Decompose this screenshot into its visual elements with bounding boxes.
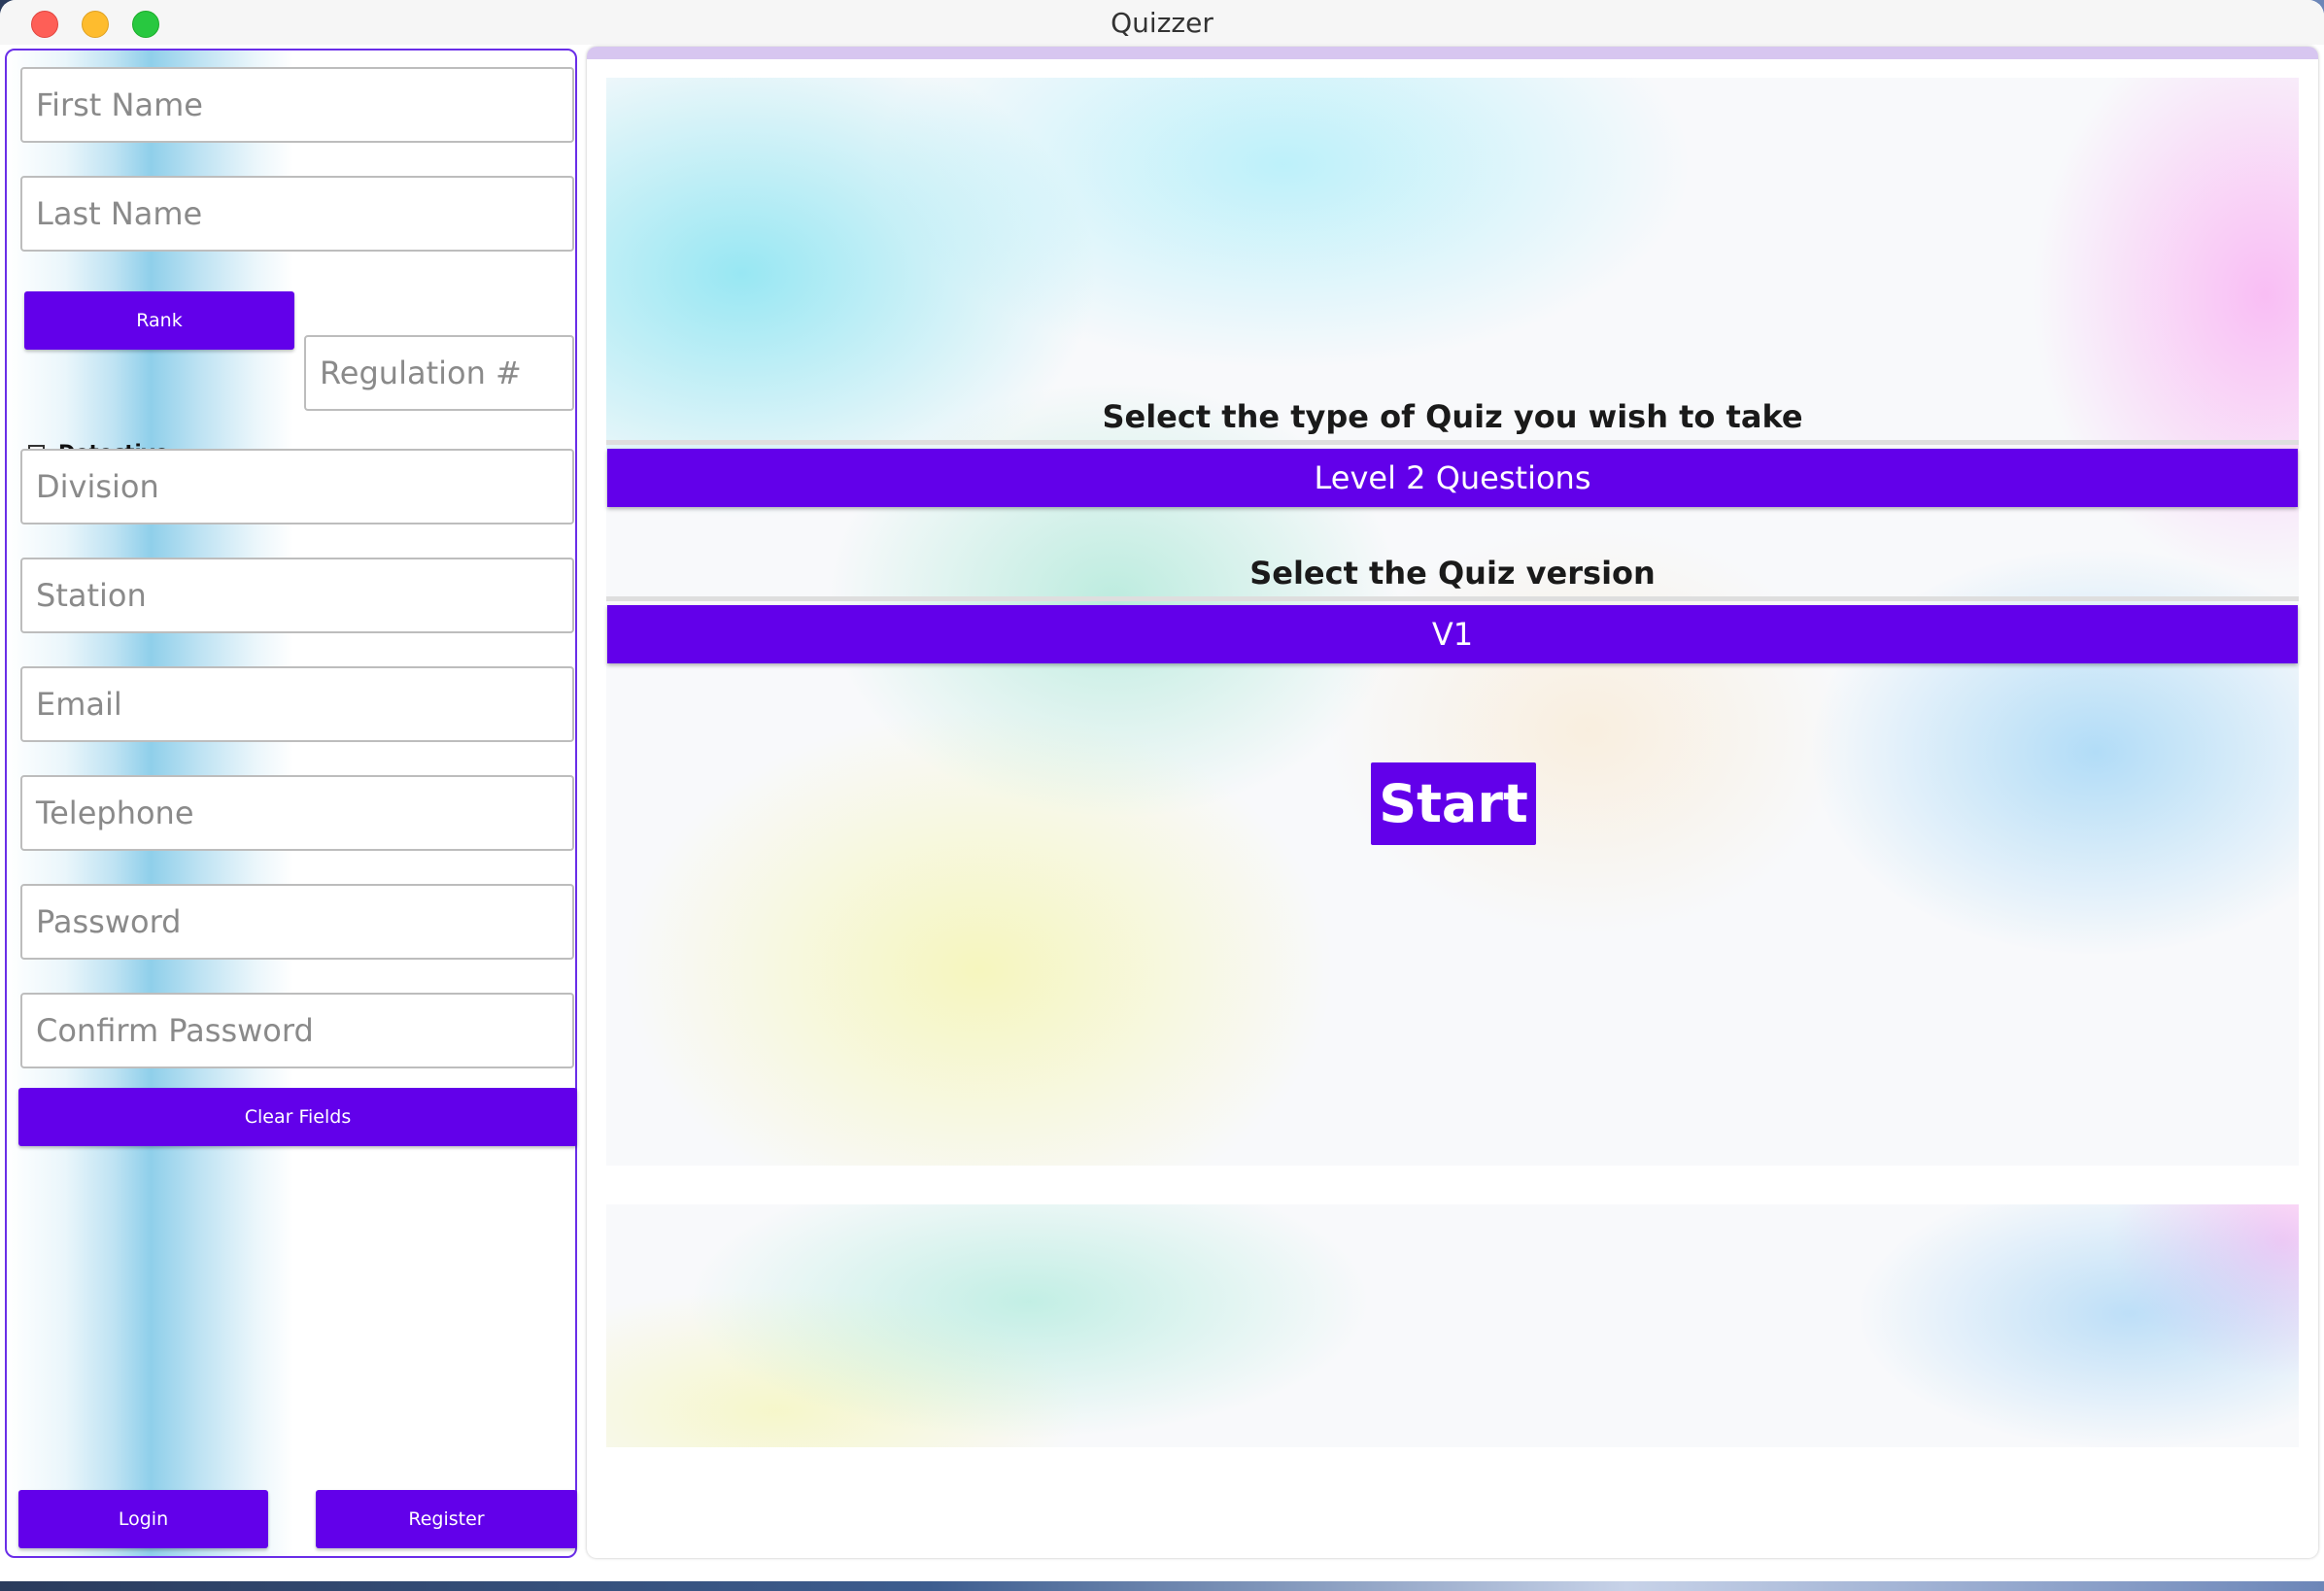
panel-header-bar <box>587 47 2318 59</box>
quiz-type-divider <box>606 440 2299 445</box>
last-name-field[interactable]: Last Name <box>20 176 574 252</box>
regulation-number-field[interactable]: Regulation # <box>304 335 574 411</box>
start-button[interactable]: Start <box>1371 762 1536 845</box>
password-field[interactable]: Password <box>20 884 574 960</box>
division-field[interactable]: Division <box>20 449 574 525</box>
title-bar: Quizzer <box>0 0 2324 45</box>
quiz-version-heading: Select the Quiz version <box>1249 555 1656 592</box>
first-name-field[interactable]: First Name <box>20 67 574 143</box>
rank-button[interactable]: Rank <box>24 291 294 350</box>
clear-fields-button[interactable]: Clear Fields <box>18 1088 577 1146</box>
confirm-password-field[interactable]: Confirm Password <box>20 993 574 1068</box>
email-field[interactable]: Email <box>20 666 574 742</box>
telephone-field[interactable]: Telephone <box>20 775 574 851</box>
registration-panel: First Name Last Name Rank Regulation # D… <box>5 49 577 1558</box>
login-button[interactable]: Login <box>18 1490 268 1548</box>
app-window: Quizzer First Name Last Name Rank Regula… <box>0 0 2324 1581</box>
register-button[interactable]: Register <box>316 1490 577 1548</box>
window-title: Quizzer <box>1111 7 1213 39</box>
quiz-version-divider <box>606 596 2299 601</box>
background-art-lower <box>606 1204 2299 1447</box>
quiz-panel: Select the type of Quiz you wish to take… <box>587 47 2318 1558</box>
quiz-type-heading: Select the type of Quiz you wish to take <box>1102 398 1803 435</box>
quiz-type-select[interactable]: Level 2 Questions <box>607 449 2298 507</box>
quiz-version-select[interactable]: V1 <box>607 605 2298 663</box>
station-field[interactable]: Station <box>20 558 574 633</box>
